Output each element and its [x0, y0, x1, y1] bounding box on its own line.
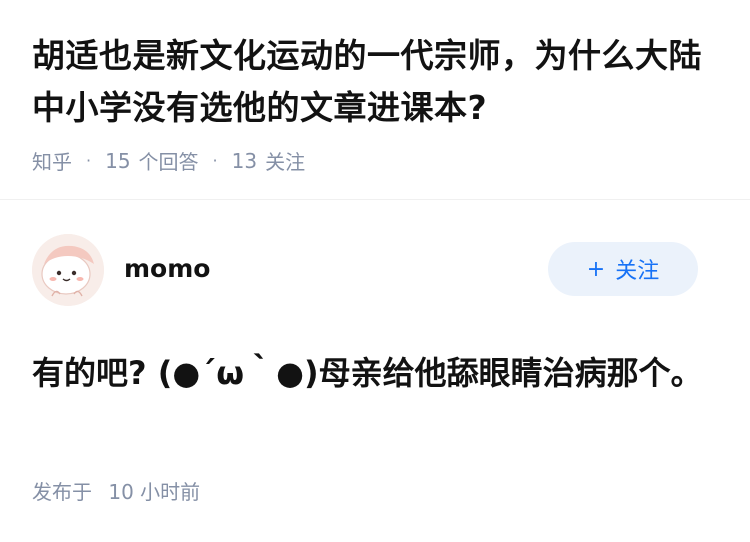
follow-button[interactable]: + 关注	[548, 242, 698, 296]
meta-separator: ·	[86, 151, 92, 170]
question-title[interactable]: 胡适也是新文化运动的一代宗师，为什么大陆中小学没有选他的文章进课本?	[32, 30, 722, 134]
follow-count-label[interactable]: 关注	[265, 146, 305, 175]
section-divider	[0, 199, 750, 200]
author-name[interactable]: momo	[124, 254, 210, 283]
avatar-image	[32, 234, 104, 306]
timestamp-prefix: 发布于	[32, 480, 92, 504]
meta-separator: ·	[212, 151, 218, 170]
answer-timestamp: 发布于 10 小时前	[32, 476, 200, 505]
author-row: momo + 关注	[32, 234, 698, 306]
follow-button-label: 关注	[615, 259, 660, 284]
question-header: 胡适也是新文化运动的一代宗师，为什么大陆中小学没有选他的文章进课本? 知乎 · …	[32, 30, 722, 175]
plus-icon: +	[586, 256, 606, 282]
answer-count-label[interactable]: 个回答	[139, 146, 199, 175]
answer-text[interactable]: 有的吧? (●´ω｀●)母亲给他舔眼睛治病那个。	[32, 348, 712, 398]
timestamp-value: 10 小时前	[108, 480, 201, 504]
avatar[interactable]	[32, 234, 104, 306]
follow-count: 13	[231, 148, 258, 173]
question-meta: 知乎 · 15 个回答 · 13 关注	[32, 146, 722, 175]
answer-count: 15	[105, 148, 131, 173]
source-label[interactable]: 知乎	[32, 146, 72, 175]
